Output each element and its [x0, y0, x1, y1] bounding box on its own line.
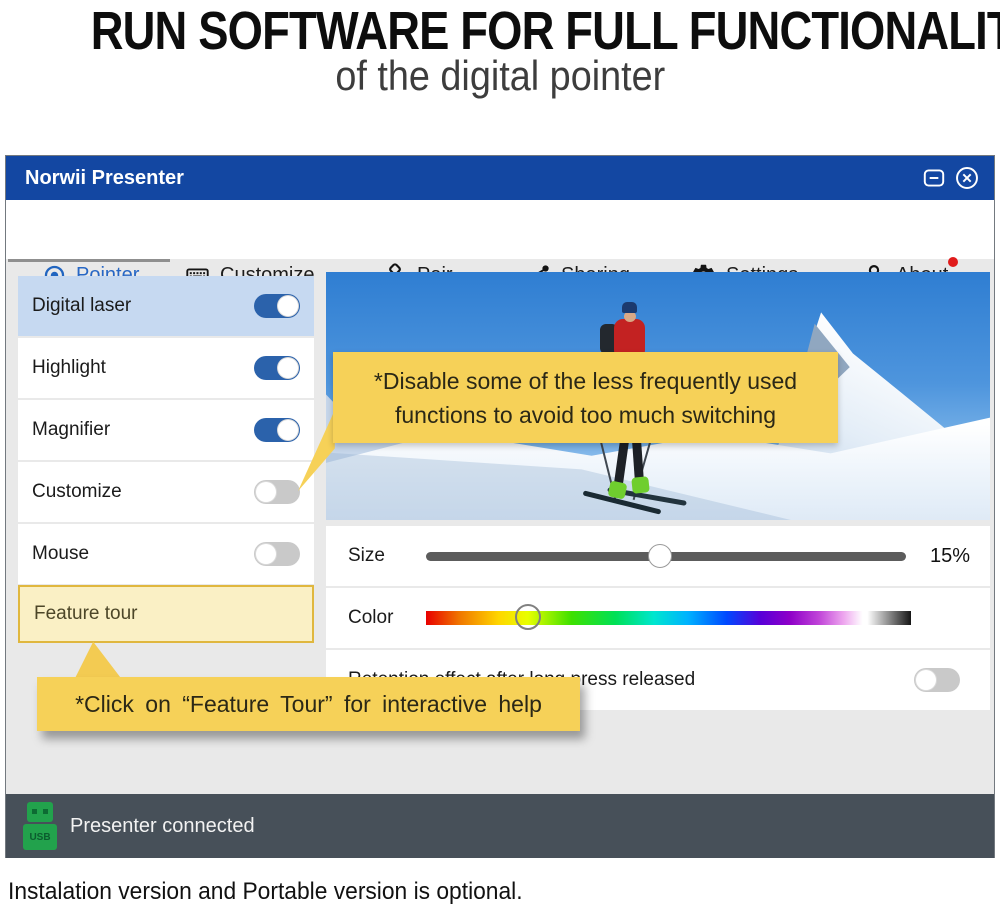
sidebar-label: Highlight [32, 357, 106, 379]
sidebar-item-mouse[interactable]: Mouse [18, 524, 314, 584]
color-label: Color [348, 607, 393, 629]
mouse-toggle[interactable] [254, 542, 300, 566]
sidebar-label: Feature tour [34, 603, 138, 625]
magnifier-toggle[interactable] [254, 418, 300, 442]
sidebar-label: Magnifier [32, 419, 110, 441]
close-icon [954, 165, 980, 191]
minimize-button[interactable] [921, 165, 947, 191]
sidebar-item-digital-laser[interactable]: Digital laser [18, 276, 314, 336]
status-bar: USB Presenter connected [6, 794, 994, 858]
active-tab-underline [8, 259, 170, 262]
page-subtitle: of the digital pointer [0, 52, 1000, 100]
size-value: 15% [930, 545, 970, 568]
titlebar: Norwii Presenter [6, 156, 994, 200]
sidebar-item-magnifier[interactable]: Magnifier [18, 400, 314, 460]
highlight-toggle[interactable] [254, 356, 300, 380]
size-slider-knob[interactable] [648, 544, 672, 568]
size-setting-row: Size 15% [326, 526, 990, 586]
sidebar-label: Mouse [32, 543, 89, 565]
digital-laser-toggle[interactable] [254, 294, 300, 318]
callout-disable-note: *Disable some of the less frequently use… [333, 352, 838, 443]
customize-toggle[interactable] [254, 480, 300, 504]
usb-icon-label: USB [23, 824, 57, 850]
size-label: Size [348, 545, 385, 567]
sidebar-item-feature-tour[interactable]: Feature tour [18, 585, 314, 643]
skier-hat [622, 302, 637, 313]
skier-boot [608, 480, 628, 499]
sidebar-item-highlight[interactable]: Highlight [18, 338, 314, 398]
color-gradient-slider[interactable] [426, 611, 911, 625]
skier-boot [631, 476, 650, 494]
tab-bar: Pointer Customize [6, 200, 994, 259]
color-setting-row: Color [326, 588, 990, 648]
app-window: Norwii Presenter Pointer [5, 155, 995, 858]
usb-icon: USB [22, 802, 58, 850]
retention-toggle[interactable] [914, 668, 960, 692]
window-title: Norwii Presenter [25, 156, 184, 200]
status-text: Presenter connected [70, 815, 255, 838]
notification-badge [948, 257, 958, 267]
sidebar-label: Digital laser [32, 295, 131, 317]
footer-caption: Instalation version and Portable version… [8, 878, 550, 906]
sidebar-item-customize[interactable]: Customize [18, 462, 314, 522]
sidebar-label: Customize [32, 481, 122, 503]
close-button[interactable] [954, 165, 980, 191]
minimize-icon [921, 165, 947, 191]
callout-feature-note: *Click on “Feature Tour” for interactive… [37, 677, 580, 731]
color-slider-knob[interactable] [515, 604, 541, 630]
